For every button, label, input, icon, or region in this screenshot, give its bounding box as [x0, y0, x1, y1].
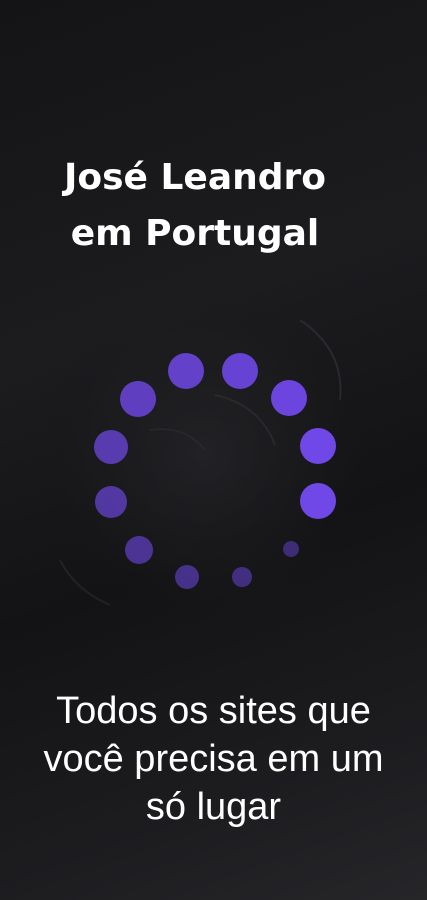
- spinner-dot: [175, 565, 199, 589]
- spinner-dot: [283, 541, 299, 557]
- spinner-dot: [300, 428, 336, 464]
- spinner-dot: [232, 567, 252, 587]
- tagline-line-1: Todos os sites que: [56, 690, 371, 732]
- loading-spinner-icon: [20, 280, 420, 640]
- spinner-dot: [95, 486, 127, 518]
- tagline-line-2: você precisa em um: [43, 738, 384, 780]
- tagline: Todos os sites que você precisa em um só…: [0, 687, 427, 831]
- spinner-dot: [300, 483, 336, 519]
- spinner-dot: [125, 536, 153, 564]
- tagline-line-3: só lugar: [145, 786, 282, 828]
- spinner-dot: [94, 430, 128, 464]
- spinner-dot: [168, 353, 204, 389]
- app-title: José Leandro em Portugal: [0, 150, 390, 262]
- app-title-line-2: em Portugal: [70, 213, 320, 254]
- spinner-dot: [222, 353, 258, 389]
- app-title-line-1: José Leandro: [63, 157, 327, 198]
- spinner-dot: [120, 381, 156, 417]
- spinner-dot: [271, 380, 307, 416]
